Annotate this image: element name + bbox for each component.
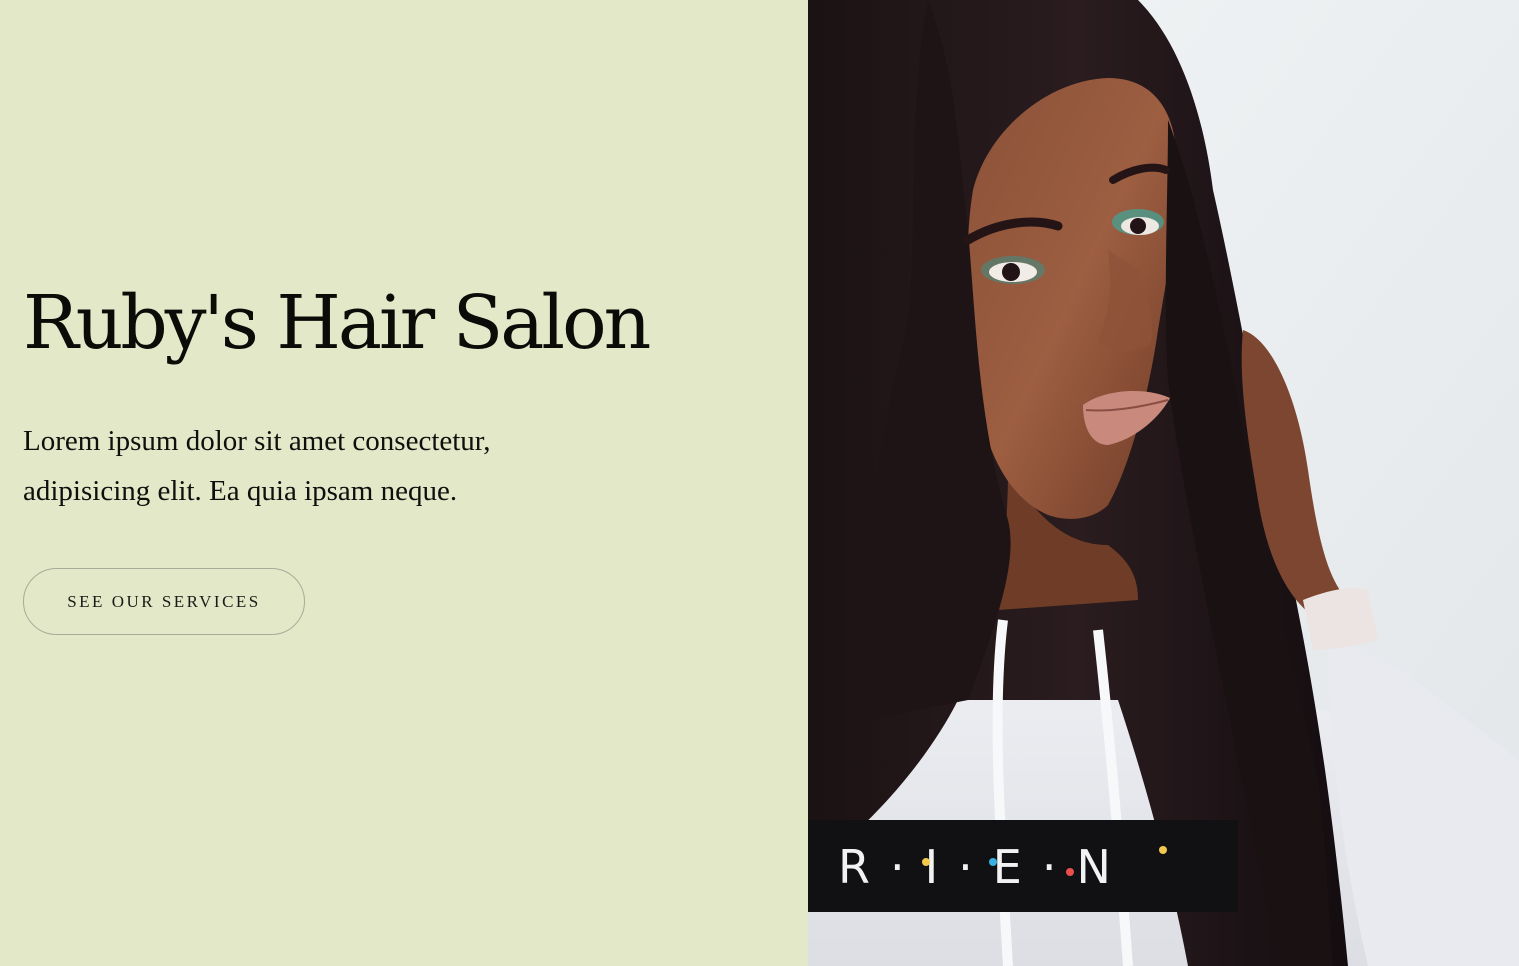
hero-left-panel: Ruby's Hair Salon Lorem ipsum dolor sit … [0,0,808,966]
hero-description: Lorem ipsum dolor sit amet consectetur, … [23,425,491,507]
hero-portrait-image: R·I·E·N [808,0,1519,966]
hero-title: Ruby's Hair Salon [23,280,651,366]
portrait-illustration: R·I·E·N [808,0,1519,966]
hero-content: Ruby's Hair Salon Lorem ipsum dolor sit … [23,286,663,635]
see-services-button[interactable]: SEE OUR SERVICES [23,568,305,635]
hero-section: Ruby's Hair Salon Lorem ipsum dolor sit … [0,0,1519,966]
hoodie-lettering: R·I·E·N [838,840,1131,894]
